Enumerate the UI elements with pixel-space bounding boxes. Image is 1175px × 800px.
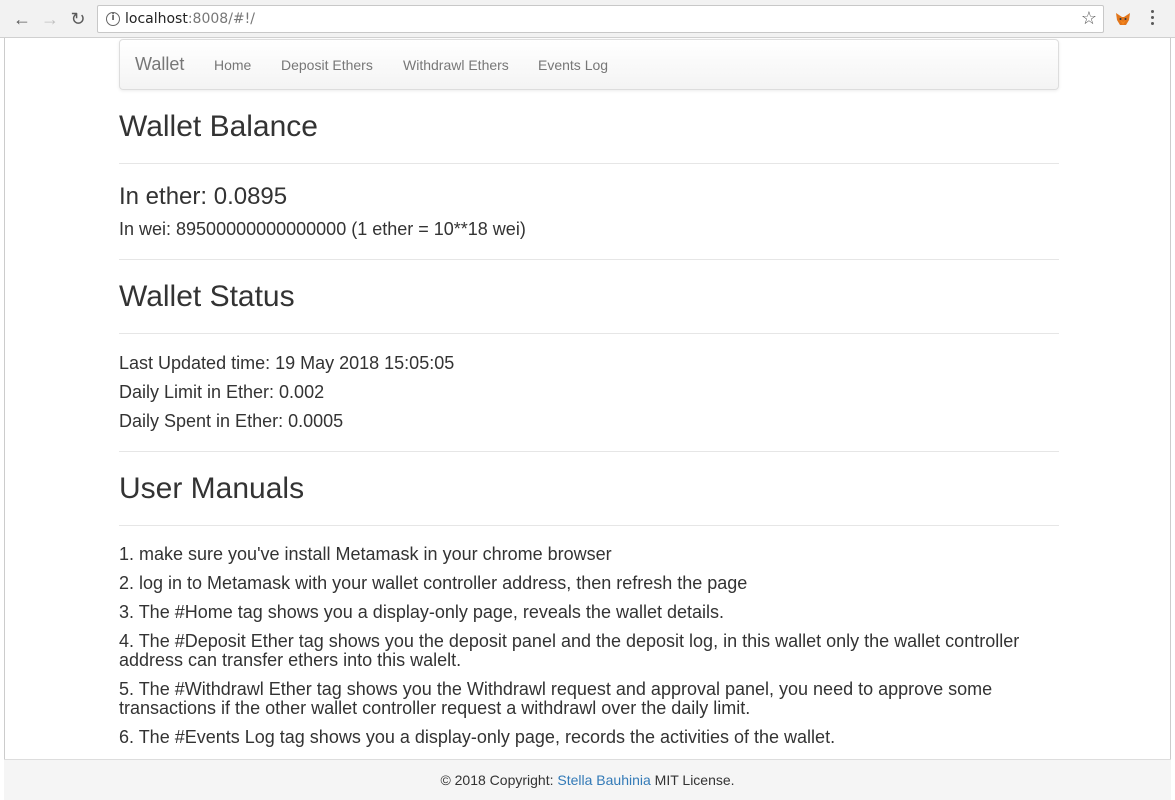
manual-item: 5. The #Withdrawl Ether tag shows you th… (119, 679, 993, 718)
last-updated-time: Last Updated time: 19 May 2018 15:05:05 (119, 353, 455, 373)
manual-item: 6. The #Events Log tag shows you a displ… (119, 727, 836, 747)
reload-icon[interactable]: ↻ (67, 8, 89, 30)
url-host: localhost (125, 11, 188, 27)
back-arrow-icon[interactable]: ← (11, 8, 33, 30)
manual-item: 2. log in to Metamask with your wallet c… (119, 573, 748, 593)
browser-toolbar: ← → ↻ i localhost:8008/#!/ ☆ (0, 0, 1175, 38)
wallet-status-heading: Wallet Status (119, 280, 295, 313)
manual-item: 1. make sure you've install Metamask in … (119, 544, 612, 564)
bookmark-star-icon[interactable]: ☆ (1081, 8, 1097, 29)
metamask-fox-icon[interactable] (1114, 10, 1132, 28)
divider (119, 259, 1059, 260)
nav-withdrawl-ethers[interactable]: Withdrawl Ethers (403, 57, 509, 73)
user-manuals-heading: User Manuals (119, 472, 305, 505)
divider (119, 333, 1059, 334)
menu-dots-icon[interactable] (1150, 10, 1156, 28)
nav-deposit-ethers[interactable]: Deposit Ethers (281, 57, 373, 73)
forward-arrow-icon[interactable]: → (39, 8, 61, 30)
nav-events-log[interactable]: Events Log (538, 57, 608, 73)
navbar-brand[interactable]: Wallet (135, 54, 184, 75)
footer: © 2018 Copyright: Stella Bauhinia MIT Li… (4, 759, 1171, 800)
address-url[interactable]: localhost:8008/#!/ (125, 11, 255, 27)
info-icon[interactable]: i (106, 12, 120, 26)
manual-item: 3. The #Home tag shows you a display-onl… (119, 602, 725, 622)
url-path: :8008/#!/ (187, 11, 255, 27)
top-navbar: Wallet Home Deposit Ethers Withdrawl Eth… (119, 39, 1059, 90)
daily-limit: Daily Limit in Ether: 0.002 (119, 382, 325, 402)
footer-copyright: © 2018 Copyright: (440, 772, 558, 788)
daily-spent: Daily Spent in Ether: 0.0005 (119, 411, 344, 431)
balance-wei: In wei: 89500000000000000 (1 ether = 10*… (119, 219, 526, 239)
footer-author-link[interactable]: Stella Bauhinia (557, 772, 650, 788)
balance-ether: In ether: 0.0895 (119, 183, 288, 210)
address-bar[interactable]: i localhost:8008/#!/ ☆ (97, 5, 1104, 33)
manual-item: 4. The #Deposit Ether tag shows you the … (119, 631, 1020, 670)
footer-license: MIT License. (650, 772, 735, 788)
divider (119, 451, 1059, 452)
divider (119, 525, 1059, 526)
divider (119, 163, 1059, 164)
nav-home[interactable]: Home (214, 57, 251, 73)
wallet-balance-heading: Wallet Balance (119, 110, 318, 143)
